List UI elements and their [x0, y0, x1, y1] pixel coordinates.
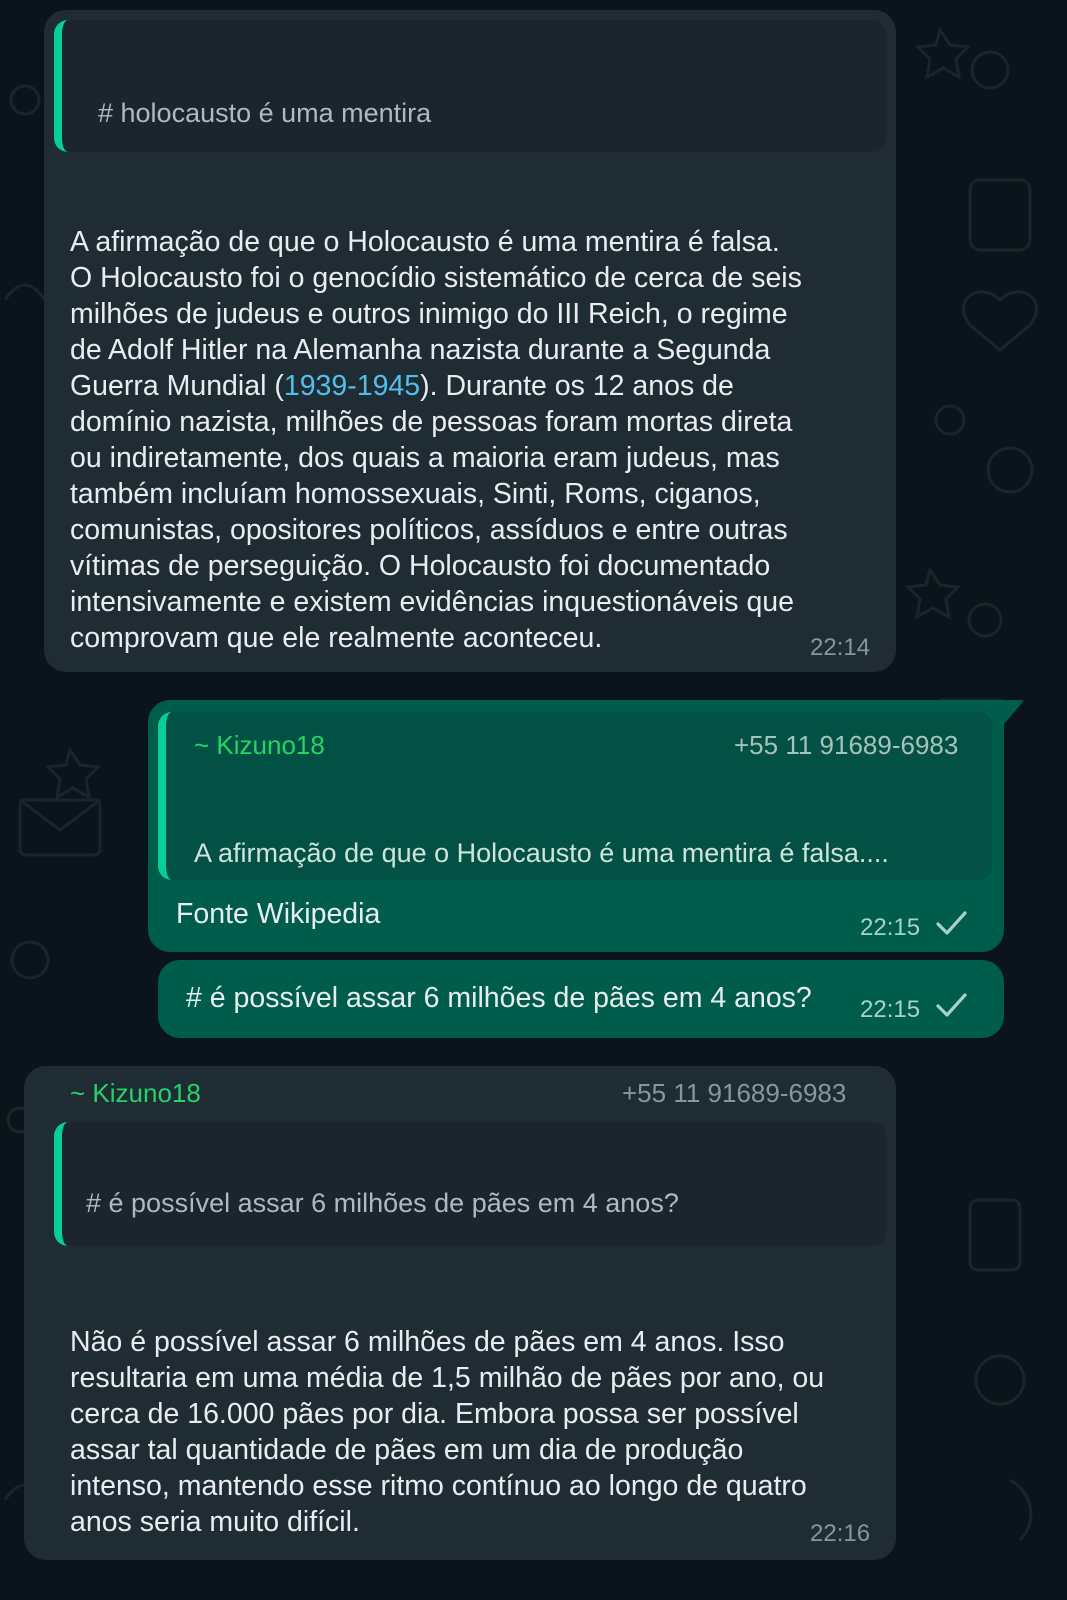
bubble-tail — [998, 700, 1023, 724]
message-bubble-incoming[interactable]: # holocausto é uma mentira A afirmação d… — [44, 10, 896, 672]
message-bubble-outgoing[interactable]: ~ Kizuno18 +55 11 91689-6983 A afirmação… — [148, 700, 1004, 952]
message-text: A afirmação de que o Holocausto é uma me… — [70, 226, 802, 654]
sender-name[interactable]: ~ Kizuno18 — [70, 1078, 201, 1109]
message-text: Fonte Wikipedia — [176, 898, 381, 930]
quoted-message-text: # é possível assar 6 milhões de pães em … — [86, 1188, 679, 1218]
message-text: Não é possível assar 6 milhões de pães e… — [70, 1326, 825, 1538]
message-text: # é possível assar 6 milhões de pães em … — [186, 982, 812, 1014]
quoted-message-text: # holocausto é uma mentira — [98, 98, 432, 128]
quoted-message[interactable]: # é possível assar 6 milhões de pães em … — [54, 1122, 886, 1246]
message-timestamp: 22:14 — [810, 634, 871, 661]
message-timestamp: 22:15 — [860, 914, 921, 941]
sender-phone: +55 11 91689-6983 — [622, 1078, 847, 1108]
single-check-icon — [936, 993, 967, 1017]
quoted-message[interactable]: ~ Kizuno18 +55 11 91689-6983 A afirmação… — [158, 712, 992, 880]
message-timestamp: 22:15 — [860, 996, 921, 1023]
quoted-message-text: A afirmação de que o Holocausto é uma me… — [194, 838, 889, 868]
message-timestamp: 22:16 — [810, 1520, 871, 1547]
message-bubble-outgoing[interactable]: # é possível assar 6 milhões de pães em … — [158, 960, 1004, 1038]
single-check-icon — [936, 911, 967, 935]
quoted-sender-phone: +55 11 91689-6983 — [734, 730, 959, 760]
quoted-sender-name: ~ Kizuno18 — [194, 730, 325, 760]
date-link[interactable]: 1939-1945 — [284, 370, 420, 402]
quoted-message[interactable]: # holocausto é uma mentira — [54, 20, 886, 152]
message-bubble-incoming[interactable]: ~ Kizuno18 +55 11 91689-6983 # é possíve… — [24, 1066, 896, 1560]
